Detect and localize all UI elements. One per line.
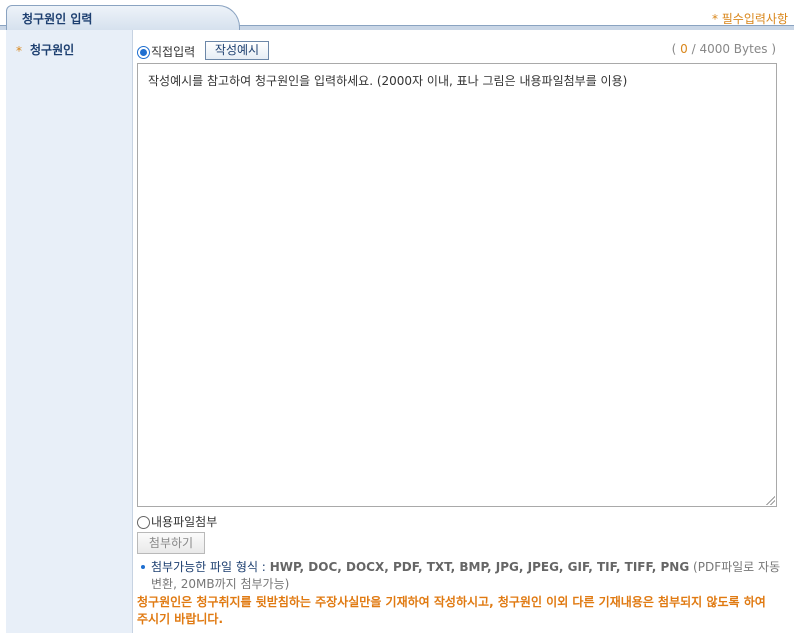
direct-input-radio[interactable]: [137, 46, 150, 59]
byte-separator: /: [691, 42, 696, 56]
byte-max: 4000 Bytes: [699, 42, 768, 56]
example-button[interactable]: 작성예시: [205, 41, 269, 60]
file-format-info: 첨부가능한 파일 형식 : HWP, DOC, DOCX, PDF, TXT, …: [151, 559, 784, 593]
file-format-list: HWP, DOC, DOCX, PDF, TXT, BMP, JPG, JPEG…: [269, 560, 690, 574]
section-header: 청구원인 입력 * 필수입력사항: [0, 0, 794, 30]
file-format-key: 첨부가능한 파일 형식 :: [151, 560, 266, 574]
warning-text: 청구원인은 청구취지를 뒷받침하는 주장사실만을 기재하여 작성하시고, 청구원…: [137, 595, 766, 626]
file-attach-radio[interactable]: [137, 516, 150, 529]
bullet-icon: [141, 565, 145, 569]
file-attach-label[interactable]: 내용파일첨부: [151, 513, 217, 530]
textarea-placeholder: 작성예시를 참고하여 청구원인을 입력하세요. (2000자 이내, 표나 그림…: [148, 74, 628, 88]
attach-button[interactable]: 첨부하기: [137, 532, 205, 554]
byte-close: ): [771, 42, 776, 56]
byte-current: 0: [680, 42, 688, 56]
direct-input-label[interactable]: 직접입력: [151, 43, 195, 60]
byte-open: (: [671, 42, 677, 56]
resize-grip-icon[interactable]: [765, 495, 775, 505]
required-star: *: [16, 44, 22, 58]
required-note: * 필수입력사항: [711, 12, 788, 26]
byte-counter: ( 0 / 4000 Bytes ): [672, 42, 776, 56]
section-title: 청구원인 입력: [22, 12, 93, 26]
field-label: 청구원인: [30, 43, 75, 57]
claim-reason-textarea[interactable]: 작성예시를 참고하여 청구원인을 입력하세요. (2000자 이내, 표나 그림…: [137, 63, 777, 507]
field-label-column: [6, 30, 133, 633]
